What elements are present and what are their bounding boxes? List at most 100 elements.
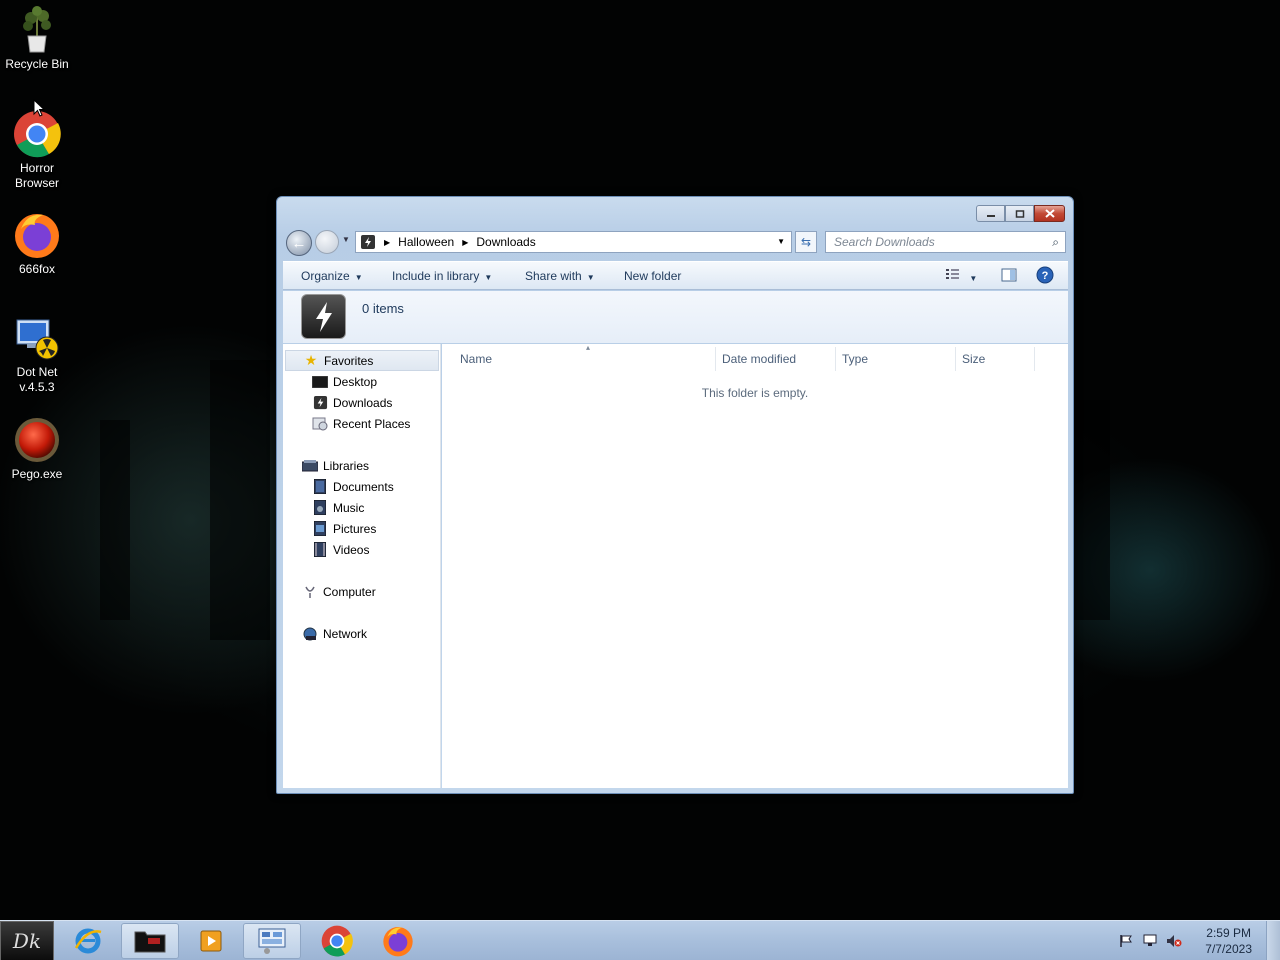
column-header-type[interactable]: Type [835, 347, 955, 371]
nav-documents[interactable]: Documents [312, 476, 394, 497]
include-in-library-button[interactable]: Include in library ▼ [392, 269, 492, 283]
taskbar-control-panel[interactable] [243, 923, 301, 959]
clock-date: 7/7/2023 [1205, 942, 1252, 956]
taskbar-clock[interactable]: 2:59 PM 7/7/2023 [1205, 925, 1252, 957]
show-desktop-button[interactable] [1266, 921, 1280, 960]
taskbar-windows-explorer[interactable] [121, 923, 179, 959]
desktop-icon-label: Horror Browser [14, 161, 59, 190]
nav-label: Computer [323, 584, 376, 599]
desktop-icon-dot-net[interactable]: Dot Net v.4.5.3 [1, 314, 73, 395]
dotnet-installer-icon [16, 319, 59, 360]
desktop-icon-pego[interactable]: Pego.exe [1, 416, 73, 482]
search-input[interactable]: Search Downloads ⌕ [825, 231, 1066, 253]
desktop-icon-label: 666fox [18, 262, 56, 276]
chevron-down-icon[interactable]: ▼ [777, 237, 785, 246]
nav-music[interactable]: Music [312, 497, 364, 518]
organize-label: Organize [301, 269, 350, 283]
breadcrumb-downloads[interactable]: Downloads [476, 235, 535, 249]
firefox-icon [15, 214, 59, 258]
column-header-date-modified[interactable]: Date modified [715, 347, 835, 371]
recycle-bin-plant-icon [23, 6, 51, 53]
address-bar[interactable]: ▶ Halloween ▶ Downloads ▼ [355, 231, 792, 253]
new-folder-button[interactable]: New folder [624, 269, 681, 283]
new-folder-label: New folder [624, 269, 682, 283]
column-header-name[interactable]: Name ▴ [454, 343, 715, 371]
preview-pane-button[interactable] [1001, 267, 1017, 286]
nav-desktop[interactable]: Desktop [312, 371, 377, 392]
nav-downloads[interactable]: Downloads [312, 392, 392, 413]
desktop-icon-recycle-bin[interactable]: Recycle Bin [1, 6, 73, 72]
help-button[interactable]: ? [1036, 266, 1054, 287]
nav-videos[interactable]: Videos [312, 539, 369, 560]
back-button[interactable]: ← [286, 230, 312, 256]
nav-libraries[interactable]: Libraries [302, 455, 369, 476]
libraries-icon [302, 459, 318, 473]
forward-button[interactable] [315, 230, 339, 254]
videos-icon [312, 542, 328, 557]
column-header-size[interactable]: Size [955, 347, 1035, 371]
desktop-icon-666fox[interactable]: 666fox [1, 211, 73, 277]
music-icon [312, 500, 328, 515]
internet-explorer-icon [74, 928, 102, 954]
maximize-icon [1015, 209, 1024, 218]
chevron-right-icon[interactable]: ▶ [462, 238, 468, 247]
downloads-folder-icon [301, 294, 346, 339]
nav-label: Favorites [324, 353, 374, 368]
tree-silhouette [100, 420, 130, 620]
sort-ascending-icon: ▴ [586, 343, 591, 352]
maximize-button[interactable] [1005, 205, 1034, 222]
breadcrumb-halloween[interactable]: Halloween [398, 235, 454, 249]
search-icon[interactable]: ⌕ [1052, 235, 1059, 250]
recent-places-icon [312, 417, 328, 431]
taskbar-firefox[interactable] [369, 923, 427, 959]
nav-favorites[interactable]: ★ Favorites [285, 350, 439, 371]
organize-button[interactable]: Organize ▼ [301, 269, 363, 283]
details-pane: 0 items [283, 291, 1068, 343]
chrome-icon [321, 925, 353, 957]
computer-icon [302, 585, 318, 599]
desktop-icon-label: Pego.exe [11, 467, 63, 481]
close-button[interactable] [1034, 205, 1065, 222]
file-list[interactable]: Name ▴ Date modified Type Size This fold… [442, 343, 1068, 788]
column-header-label: Type [842, 352, 869, 366]
nav-pictures[interactable]: Pictures [312, 518, 376, 539]
item-count: 0 items [362, 301, 404, 316]
start-button[interactable]: Dk [0, 921, 54, 960]
network-status-icon[interactable] [1141, 932, 1159, 950]
nav-computer[interactable]: Computer [302, 581, 376, 602]
refresh-icon: ⇆ [800, 235, 812, 249]
clock-time: 2:59 PM [1206, 926, 1251, 940]
taskbar-media-player[interactable] [182, 923, 240, 959]
command-bar: Organize ▼ Include in library ▼ Share with… [283, 261, 1068, 290]
chevron-right-icon[interactable]: ▶ [384, 238, 390, 247]
refresh-button[interactable]: ⇆ [795, 231, 817, 253]
nav-label: Downloads [333, 395, 393, 410]
volume-muted-icon[interactable] [1165, 932, 1183, 950]
minimize-button[interactable] [976, 205, 1005, 222]
desktop-icon-label: Dot Net v.4.5.3 [16, 365, 58, 394]
recent-pages-dropdown[interactable]: ▼ [342, 235, 350, 244]
desktop-icon-horror-browser[interactable]: Horror Browser [1, 110, 73, 191]
chevron-down-icon: ▼ [354, 273, 363, 282]
nav-label: Desktop [333, 374, 378, 389]
back-arrow-icon: ← [291, 234, 307, 252]
share-with-button[interactable]: Share with ▼ [525, 269, 595, 283]
mouse-cursor-icon [33, 99, 45, 117]
change-view-button[interactable]: ▼ [945, 267, 977, 284]
nav-network[interactable]: Network [302, 623, 367, 644]
nav-recent-places[interactable]: Recent Places [312, 413, 410, 434]
taskbar: Dk 2:59 PM 7/7/2023 [0, 920, 1280, 960]
column-header-label: Date modified [722, 352, 797, 366]
explorer-window[interactable]: ← ▼ ▶ Halloween ▶ Downloads ▼ ⇆ Search D… [276, 196, 1074, 794]
chevron-down-icon[interactable]: ▼ [969, 274, 977, 283]
taskbar-internet-explorer[interactable] [59, 923, 117, 959]
action-center-flag-icon[interactable] [1117, 932, 1135, 950]
chrome-icon [14, 111, 61, 158]
nav-label: Pictures [333, 521, 377, 536]
share-with-label: Share with [525, 269, 582, 283]
help-icon: ? [1036, 266, 1054, 284]
taskbar-chrome[interactable] [308, 923, 366, 959]
start-logo: Dk [12, 929, 42, 953]
tree-silhouette [210, 360, 270, 640]
close-icon [1044, 209, 1055, 218]
